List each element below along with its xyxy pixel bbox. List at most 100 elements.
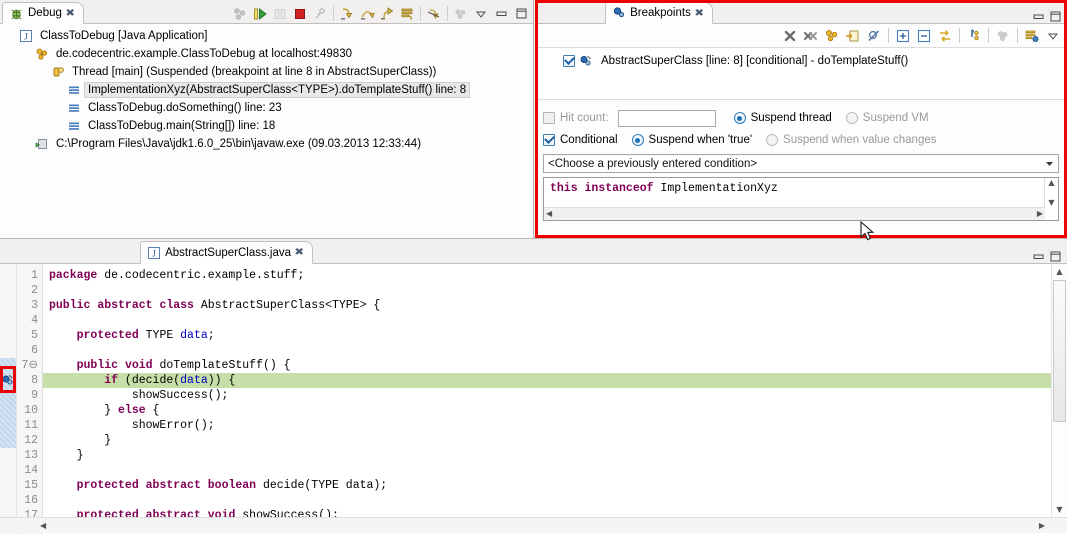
close-icon[interactable]: ✖	[694, 8, 704, 19]
view-menu-more-icon[interactable]	[451, 4, 471, 23]
tree-row-thread[interactable]: Thread [main] (Suspended (breakpoint at …	[0, 63, 533, 81]
breakpoint-row[interactable]: AbstractSuperClass [line: 8] [conditiona…	[535, 51, 1067, 70]
code-line[interactable]: if (decide(data)) {	[43, 373, 1051, 388]
scroll-right-icon[interactable]: ▶	[1037, 210, 1045, 218]
tree-row-stackframe[interactable]: ClassToDebug.main(String[]) line: 18	[0, 117, 533, 135]
drop-to-frame-icon[interactable]	[397, 4, 417, 23]
code-token: boolean	[207, 479, 257, 492]
step-return-icon[interactable]	[377, 4, 397, 23]
condition-editor[interactable]: this instanceof ImplementationXyz ▲ ▼ ◀ …	[543, 177, 1059, 221]
code-line[interactable]: showSuccess();	[43, 388, 1051, 403]
code-line[interactable]	[43, 343, 1051, 358]
tab-debug[interactable]: Debug ✖	[2, 2, 85, 24]
tree-row-launch[interactable]: J ClassToDebug [Java Application]	[0, 27, 533, 45]
tree-row-stackframe-selected[interactable]: ImplementationXyz(AbstractSuperClass<TYP…	[0, 81, 533, 99]
editor-marker-gutter[interactable]	[0, 264, 17, 534]
editor-horizontal-scrollbar[interactable]: ◀ ▶	[0, 517, 1067, 533]
condition-vertical-scrollbar[interactable]: ▲ ▼	[1044, 178, 1058, 208]
expand-all-icon[interactable]	[893, 26, 913, 45]
code-line[interactable]	[43, 493, 1051, 508]
code-line[interactable]: }	[43, 448, 1051, 463]
close-icon[interactable]: ✖	[294, 247, 304, 258]
minimize-icon[interactable]	[1031, 9, 1045, 23]
code-line[interactable]: } else {	[43, 403, 1051, 418]
skip-all-breakpoints-icon[interactable]	[864, 26, 884, 45]
editor-code-area[interactable]: package de.codecentric.example.stuff; pu…	[43, 264, 1051, 534]
scrollbar-thumb[interactable]	[1053, 280, 1066, 422]
disconnect-plug-icon[interactable]	[310, 4, 330, 23]
code-line[interactable]: }	[43, 433, 1051, 448]
scroll-up-icon[interactable]: ▲	[1056, 268, 1062, 276]
code-line[interactable]	[43, 283, 1051, 298]
suspend-vm-radio[interactable]	[845, 112, 858, 124]
tree-row-process[interactable]: C:\Program Files\Java\jdk1.6.0_25\bin\ja…	[0, 135, 533, 153]
code-line[interactable]: public abstract class AbstractSuperClass…	[43, 298, 1051, 313]
suspend-when-value-changes-radio[interactable]	[766, 134, 779, 146]
resume-icon[interactable]	[250, 4, 270, 23]
minimize-icon[interactable]	[1031, 249, 1045, 263]
toolbar-separator	[447, 6, 448, 21]
tree-row-debug-target[interactable]: de.codecentric.example.ClassToDebug at l…	[0, 45, 533, 63]
condition-horizontal-scrollbar[interactable]: ◀ ▶	[544, 207, 1045, 220]
code-line[interactable]	[43, 463, 1051, 478]
go-to-file-icon[interactable]	[843, 26, 863, 45]
breakpoints-list[interactable]: AbstractSuperClass [line: 8] [conditiona…	[535, 47, 1067, 100]
collapse-all-icon[interactable]	[914, 26, 934, 45]
code-token: package	[49, 269, 98, 282]
tab-classtodebug-java[interactable]: J ClassToDebug.java	[4, 240, 141, 263]
remove-breakpoint-icon[interactable]	[780, 26, 800, 45]
scroll-left-icon[interactable]: ◀	[0, 521, 46, 530]
hit-count-input[interactable]	[617, 109, 716, 127]
tab-breakpoints[interactable]: Breakpoints ✖	[605, 2, 714, 24]
tree-row-stackframe[interactable]: ClassToDebug.doSomething() line: 23	[0, 99, 533, 117]
code-line[interactable]	[43, 313, 1051, 328]
editor-tab-label: ClassToDebug.java	[31, 246, 131, 258]
maximize-icon[interactable]	[1048, 9, 1062, 23]
suspend-when-true-radio[interactable]	[631, 134, 644, 146]
remove-all-breakpoints-icon[interactable]	[801, 26, 821, 45]
show-breakpoints-supported-icon[interactable]	[822, 26, 842, 45]
debug-target-icon	[34, 46, 50, 62]
code-line[interactable]: protected abstract boolean decide(TYPE d…	[43, 478, 1051, 493]
suspend-thread-radio[interactable]	[733, 112, 746, 124]
terminate-icon[interactable]	[290, 4, 310, 23]
scroll-right-icon[interactable]: ▶	[1039, 521, 1067, 530]
step-over-icon[interactable]	[357, 4, 377, 23]
add-java-exception-breakpoint-icon[interactable]	[964, 26, 984, 45]
use-step-filters-icon[interactable]	[424, 4, 444, 23]
maximize-icon[interactable]	[1048, 249, 1062, 263]
chevron-down-icon[interactable]	[1041, 155, 1058, 172]
tab-abstractsuperclass-java[interactable]: J AbstractSuperClass.java ✖	[140, 241, 314, 264]
conditional-checkbox[interactable]	[543, 134, 555, 146]
code-line[interactable]: showError();	[43, 418, 1051, 433]
maximize-icon[interactable]	[511, 4, 531, 23]
step-into-icon[interactable]	[337, 4, 357, 23]
code-line[interactable]: package de.codecentric.example.stuff;	[43, 268, 1051, 283]
tab-servers[interactable]: Servers	[78, 1, 143, 23]
code-line[interactable]: protected abstract void showSuccess();	[43, 508, 1051, 517]
breakpoint-enabled-checkbox[interactable]	[563, 54, 575, 67]
minimize-icon[interactable]	[491, 4, 511, 23]
close-icon[interactable]: ✖	[65, 8, 75, 19]
suspend-icon[interactable]	[270, 4, 290, 23]
breakpoint-marker-icon[interactable]	[1, 373, 15, 387]
condition-history-combo[interactable]: <Choose a previously entered condition>	[543, 154, 1059, 173]
view-menu-icon[interactable]	[1043, 26, 1063, 45]
debug-current-instruction-band	[0, 358, 16, 448]
stack-frame-icon	[66, 82, 82, 98]
view-menu-chevron-icon[interactable]	[471, 4, 491, 23]
working-sets-icon[interactable]	[993, 26, 1013, 45]
editor-vertical-scrollbar[interactable]: ▲ ▼	[1051, 264, 1067, 534]
debug-stack-tree[interactable]: J ClassToDebug [Java Application] de.cod…	[0, 24, 533, 153]
disconnect-icon[interactable]	[230, 4, 250, 23]
breakpoint-detail-pane-icon[interactable]	[1022, 26, 1042, 45]
code-line[interactable]: protected TYPE data;	[43, 328, 1051, 343]
scroll-left-icon[interactable]: ◀	[544, 210, 552, 218]
scroll-down-icon[interactable]: ▼	[1056, 506, 1062, 514]
hit-count-checkbox[interactable]	[543, 112, 555, 124]
scroll-down-icon[interactable]: ▼	[1045, 199, 1058, 208]
tab-variables[interactable]: Variables	[539, 1, 606, 23]
code-line[interactable]: public void doTemplateStuff() {	[43, 358, 1051, 373]
link-with-debug-view-icon[interactable]	[935, 26, 955, 45]
scroll-up-icon[interactable]: ▲	[1045, 178, 1058, 187]
